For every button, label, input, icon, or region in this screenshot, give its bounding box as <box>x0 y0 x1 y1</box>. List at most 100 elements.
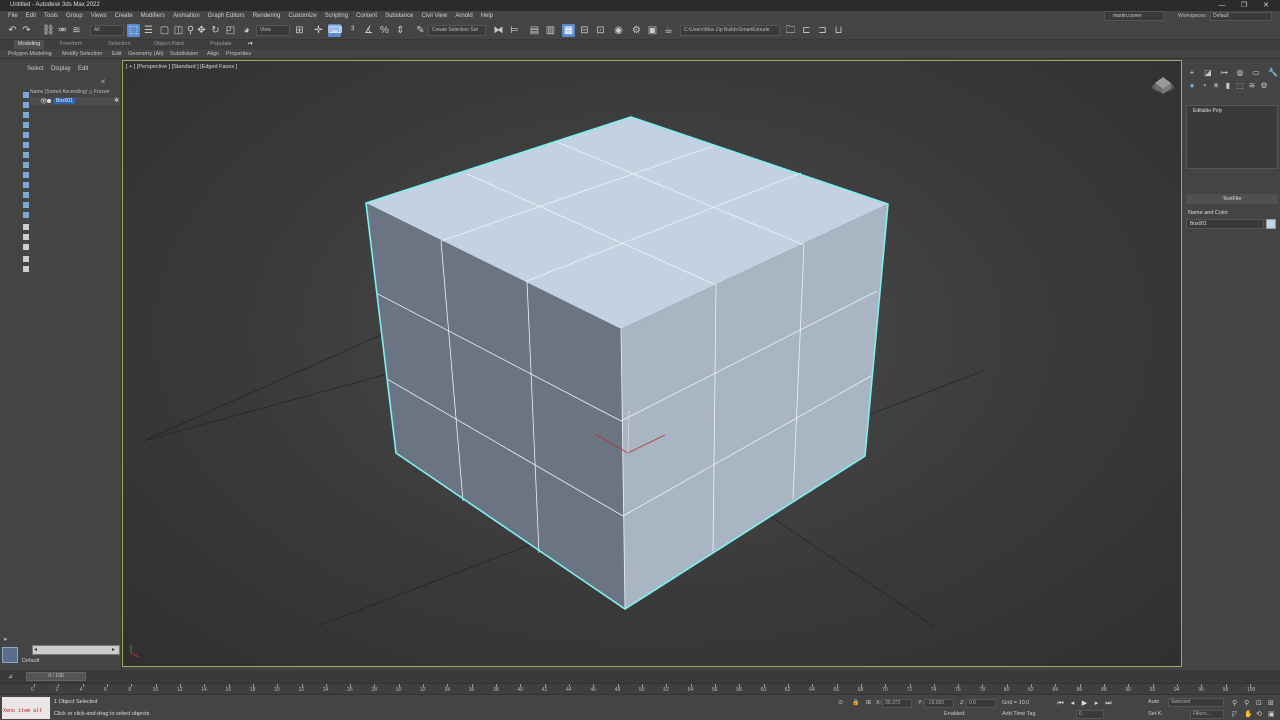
previous-frame-icon[interactable]: ◂ <box>1068 699 1077 708</box>
invert-display-icon[interactable] <box>23 234 29 240</box>
tab-modeling[interactable]: Modeling <box>14 40 45 49</box>
modifier-stack-list[interactable]: Editable Poly <box>1186 105 1278 169</box>
user-account-dropdown[interactable]: martin.coven <box>1104 11 1164 21</box>
menu-group[interactable]: Group <box>62 11 87 21</box>
display-containers-icon[interactable] <box>23 182 29 188</box>
ribbon-polygon-modeling[interactable]: Polygon Modeling <box>8 49 52 59</box>
zoom-all-icon[interactable]: ⚲ <box>1244 699 1249 707</box>
helpers-category-icon[interactable]: ⬚ <box>1236 82 1244 90</box>
display-groups-icon[interactable] <box>23 152 29 158</box>
hierarchy-tab-icon[interactable]: ⊶ <box>1220 69 1228 77</box>
field-of-view-icon[interactable]: ◸ <box>1232 710 1237 718</box>
display-helpers-icon[interactable] <box>23 132 29 138</box>
go-to-start-icon[interactable]: ⏮ <box>1056 699 1065 708</box>
viewport-layout-icon[interactable] <box>2 647 18 663</box>
menu-create[interactable]: Create <box>111 11 137 21</box>
menu-modifiers[interactable]: Modifiers <box>137 11 169 21</box>
display-tab-icon[interactable]: ▭ <box>1252 69 1260 77</box>
menu-customize[interactable]: Customize <box>284 11 320 21</box>
tab-selection[interactable]: Selection <box>108 40 131 49</box>
current-frame-field[interactable]: 0 <box>1076 710 1104 719</box>
rendered-frame-window-icon[interactable]: ▣ <box>646 24 659 37</box>
go-to-end-icon[interactable]: ⏭ <box>1104 699 1113 708</box>
render-production-icon[interactable]: ☕ <box>662 24 675 37</box>
display-cameras-icon[interactable] <box>23 122 29 128</box>
space-warps-category-icon[interactable]: ≋ <box>1248 82 1256 90</box>
scroll-left-icon[interactable]: ◂ <box>34 646 37 653</box>
ribbon-subdivision[interactable]: Subdivision <box>170 49 198 59</box>
reference-coordinate-dropdown[interactable]: View <box>256 25 290 36</box>
object-color-swatch[interactable] <box>1266 219 1276 229</box>
geometry-category-icon[interactable]: ● <box>1188 82 1196 90</box>
angle-snap-icon[interactable]: ∡ <box>362 24 375 37</box>
minimize-button[interactable]: — <box>1212 0 1232 11</box>
open-mini-curve-editor-icon[interactable]: ⊿ <box>8 673 13 680</box>
zoom-icon[interactable]: ⚲ <box>1232 699 1237 707</box>
selection-filter-dropdown[interactable]: All <box>90 25 124 36</box>
ribbon-options-icon[interactable]: ▪▾ <box>248 40 253 49</box>
auto-key-button[interactable]: Auto <box>1148 699 1159 705</box>
select-and-move-icon[interactable]: ✥ <box>195 24 208 37</box>
project-folder-dropdown[interactable]: C:\Users\Max Zip Builds\SmartExtrude <box>680 25 780 36</box>
set-key-button[interactable]: Set K. <box>1148 711 1163 717</box>
display-shapes-icon[interactable] <box>23 102 29 108</box>
render-setup-icon[interactable]: ⚙ <box>630 24 643 37</box>
menu-civil-view[interactable]: Civil View <box>417 11 451 21</box>
expand-strip-icon[interactable]: ▸ <box>4 635 12 643</box>
name-and-color-rollout[interactable]: Name and Color <box>1188 210 1228 216</box>
ribbon-properties[interactable]: Properties <box>226 49 251 59</box>
freeze-snowflake-icon[interactable]: ✱ <box>114 97 119 104</box>
redo-icon[interactable]: ↷ <box>20 24 33 37</box>
undo-icon[interactable]: ↶ <box>6 24 19 37</box>
toggle-ribbon-icon[interactable]: ▦ <box>562 24 575 37</box>
find-icon[interactable] <box>23 266 29 272</box>
menu-scripting[interactable]: Scripting <box>321 11 352 21</box>
display-lights-icon[interactable] <box>23 112 29 118</box>
menu-arnold[interactable]: Arnold <box>451 11 476 21</box>
display-all-icon[interactable] <box>23 212 29 218</box>
menu-help[interactable]: Help <box>477 11 497 21</box>
tab-freeform[interactable]: Freeform <box>60 40 82 49</box>
display-hidden-icon[interactable] <box>23 202 29 208</box>
close-button[interactable]: ✕ <box>1256 0 1276 11</box>
current-layer-label[interactable]: Default <box>22 658 39 664</box>
save-project-icon[interactable]: ⊐ <box>816 24 829 37</box>
maximize-viewport-icon[interactable]: ▣ <box>1268 710 1275 718</box>
time-slider[interactable]: 0 / 100 <box>26 672 86 681</box>
perspective-viewport[interactable]: [ + ] [Perspective ] [Standard ] [Edged … <box>122 60 1182 667</box>
select-and-scale-icon[interactable]: ◰ <box>224 24 237 37</box>
display-none-icon[interactable] <box>23 224 29 230</box>
mirror-icon[interactable]: ⧓ <box>492 24 505 37</box>
tab-object-paint[interactable]: Object Paint <box>154 40 184 49</box>
selection-lock-icon[interactable]: 🔒 <box>852 699 859 706</box>
select-object-icon[interactable]: ⬚ <box>127 24 140 37</box>
edit-named-selection-icon[interactable]: ✎ <box>414 24 427 37</box>
motion-tab-icon[interactable]: ◍ <box>1236 69 1244 77</box>
maximize-button[interactable]: ❐ <box>1234 0 1254 11</box>
maxscript-listener[interactable]: Xeno item alt <box>2 697 50 719</box>
project-settings-icon[interactable]: ⊔ <box>832 24 845 37</box>
ribbon-edit[interactable]: Edit <box>112 49 121 59</box>
lights-category-icon[interactable]: ☀ <box>1212 82 1220 90</box>
zoom-extents-all-icon[interactable]: ⊞ <box>1268 699 1274 707</box>
toggle-layer-explorer-icon[interactable]: ▥ <box>544 24 557 37</box>
scene-tab-edit[interactable]: Edit <box>78 66 88 72</box>
testfile-button[interactable]: TestFile <box>1186 194 1278 204</box>
select-manipulate-icon[interactable]: ✛ <box>312 24 325 37</box>
ribbon-modify-selection[interactable]: Modify Selection <box>62 49 102 59</box>
modify-tab-icon[interactable]: ◪ <box>1204 69 1212 77</box>
menu-file[interactable]: File <box>4 11 22 21</box>
next-frame-icon[interactable]: ▸ <box>1092 699 1101 708</box>
pan-view-icon[interactable]: ✋ <box>1244 710 1253 718</box>
menu-animation[interactable]: Animation <box>169 11 204 21</box>
snaps-toggle-icon[interactable]: ³ <box>346 24 359 37</box>
display-frozen-icon[interactable] <box>23 192 29 198</box>
menu-views[interactable]: Views <box>87 11 111 21</box>
cameras-category-icon[interactable]: ▮ <box>1224 82 1232 90</box>
systems-category-icon[interactable]: ⚙ <box>1260 82 1268 90</box>
filter-icon[interactable] <box>23 256 29 262</box>
workspace-dropdown[interactable]: Default <box>1210 12 1272 21</box>
menu-content[interactable]: Content <box>352 11 381 21</box>
pivot-center-icon[interactable]: ⊞ <box>293 24 306 37</box>
keyboard-shortcut-override-icon[interactable]: ⌨ <box>328 24 342 37</box>
